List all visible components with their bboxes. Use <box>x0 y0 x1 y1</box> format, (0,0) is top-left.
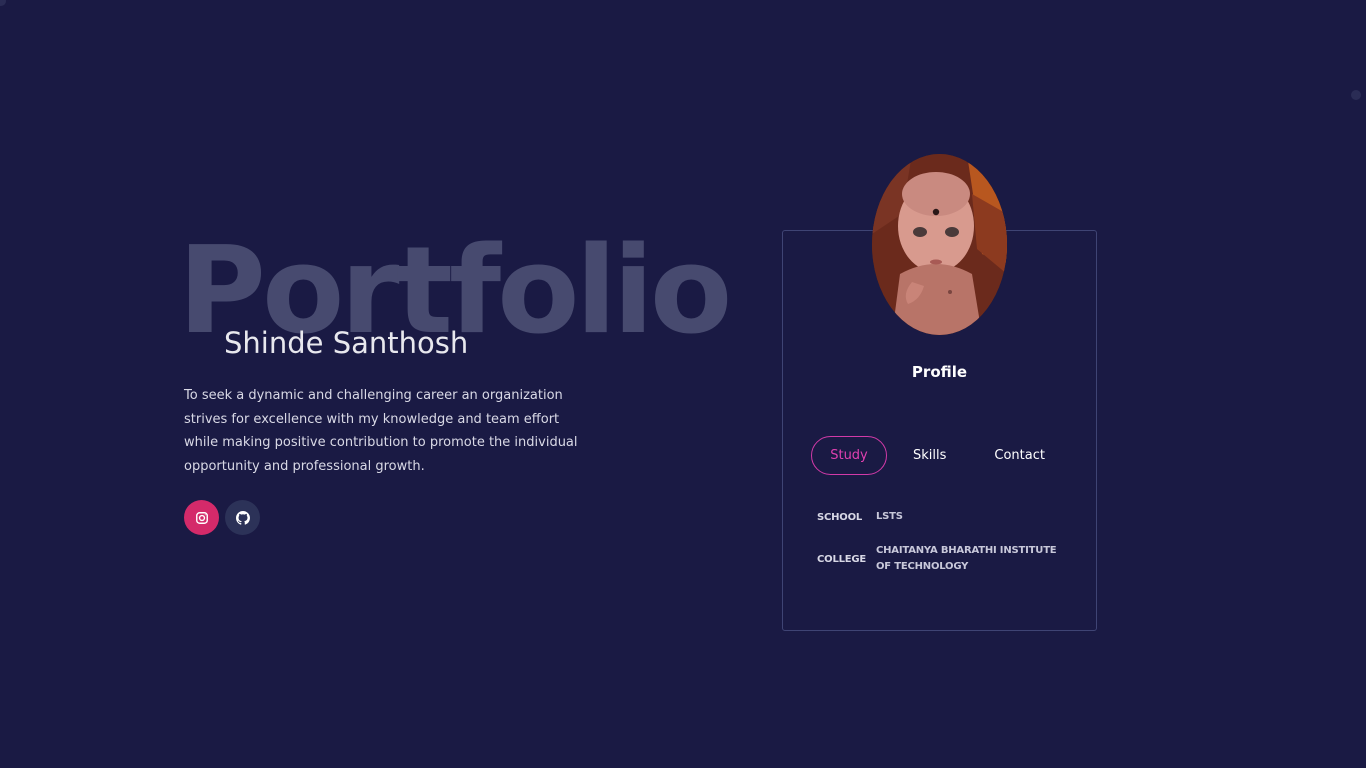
social-links <box>184 500 260 535</box>
portfolio-page: Portfolio Shinde Santhosh To seek a dyna… <box>0 0 1366 768</box>
profile-tabs: Study Skills Contact <box>811 436 1045 475</box>
info-key: SCHOOL <box>817 511 863 523</box>
info-value: LSTS <box>876 511 903 522</box>
tab-contact[interactable]: Contact <box>994 448 1045 463</box>
github-link[interactable] <box>225 500 260 535</box>
profile-avatar <box>872 154 1007 335</box>
github-icon <box>235 510 250 525</box>
bio-text: To seek a dynamic and challenging career… <box>184 388 578 474</box>
info-value: CHAITANYA BHARATHI INSTITUTE OF TECHNOLO… <box>876 545 1057 572</box>
study-info: SCHOOL LSTS COLLEGE CHAITANYA BHARATHI I… <box>817 509 1077 593</box>
info-key: COLLEGE <box>817 553 867 565</box>
decorative-dot <box>1351 90 1361 100</box>
tab-study[interactable]: Study <box>811 436 887 475</box>
instagram-link[interactable] <box>184 500 219 535</box>
tab-skills[interactable]: Skills <box>913 448 946 463</box>
person-name: Shinde Santhosh <box>224 326 469 360</box>
info-row-school: SCHOOL LSTS <box>817 509 1077 525</box>
card-title: Profile <box>911 363 968 381</box>
instagram-icon <box>195 511 209 525</box>
info-row-college: COLLEGE CHAITANYA BHARATHI INSTITUTE OF … <box>817 543 1077 575</box>
decorative-dot <box>0 0 6 6</box>
